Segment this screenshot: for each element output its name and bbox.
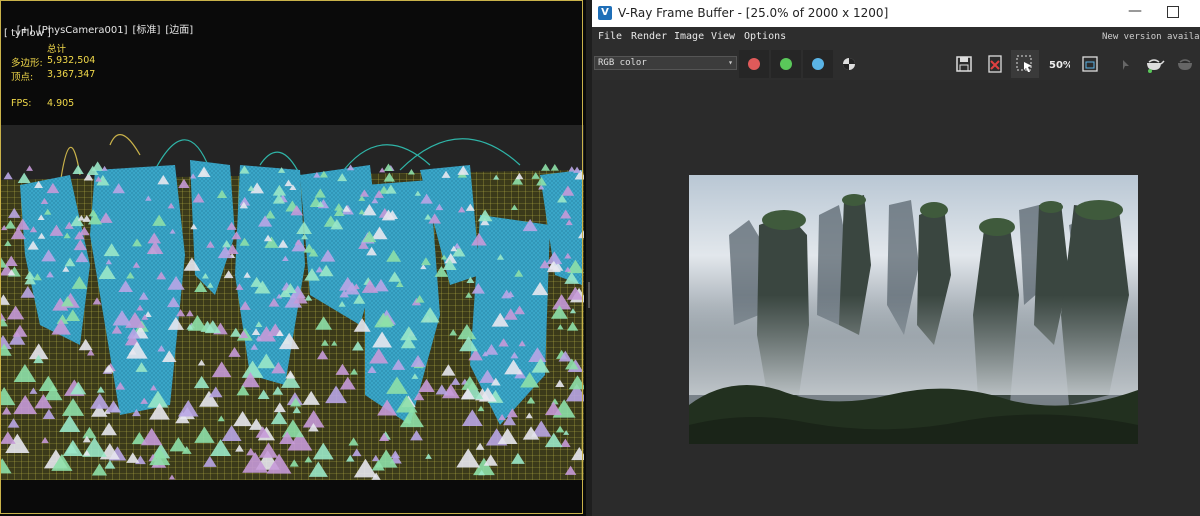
window-title: V-Ray Frame Buffer - [25.0% of 2000 x 12… [618,6,889,20]
alpha-channel-button[interactable] [835,50,863,78]
wireframe-scene[interactable] [0,125,584,480]
region-render-button[interactable] [1011,50,1039,78]
stats-polys-value: 5,932,504 [47,55,96,66]
max-viewport[interactable]: [+] [PhysCamera001] [标准] [边面] [ tyFlow ] 总计… [0,0,586,516]
display-lut-icon [1082,56,1098,72]
stats-fps-label: FPS: [11,98,32,109]
stats-total-label: 总计 [47,44,67,55]
viewport-modifier-label: [ tyFlow ] [4,28,51,39]
vray-logo-icon: V [598,6,612,20]
viewport-camera-menu[interactable]: [PhysCamera001] [38,25,128,36]
new-version-link[interactable]: New version availa [1102,32,1200,42]
green-channel-button[interactable] [771,50,801,78]
zoom-50-button[interactable]: 50% [1044,50,1072,78]
blue-dot-icon [812,58,824,70]
vray-frame-buffer-window[interactable]: V V-Ray Frame Buffer - [25.0% of 2000 x … [592,0,1200,516]
red-dot-icon [748,58,760,70]
viewport-edges-menu[interactable]: [边面] [165,25,193,36]
display-lut-button[interactable] [1076,50,1104,78]
menu-options[interactable]: Options [744,31,786,42]
maximize-button[interactable] [1167,6,1179,18]
save-icon [956,56,972,72]
track-mouse-button[interactable] [1109,50,1137,78]
render-canvas[interactable] [592,80,1200,516]
green-dot-icon [780,58,792,70]
viewport-shading-menu[interactable]: [标准] [133,25,161,36]
zoom-badge-text: 50% [1049,60,1070,71]
blue-channel-button[interactable] [803,50,833,78]
render-interactive-button[interactable] [1170,50,1198,78]
render-teapot-icon [1147,59,1165,73]
splitter-grip[interactable] [588,282,590,308]
rendered-landscape-image [689,175,1138,444]
menu-image[interactable]: Image [674,31,704,42]
vfb-toolbar: RGB color ▾ 50% [592,48,1200,80]
menu-view[interactable]: View [711,31,735,42]
minimize-button[interactable]: — [1125,2,1145,22]
chevron-down-icon: ▾ [728,58,733,67]
channel-select-value: RGB color [598,58,647,68]
window-title-bar[interactable]: V V-Ray Frame Buffer - [25.0% of 2000 x … [592,0,1200,27]
track-mouse-icon [1123,60,1129,70]
alpha-channel-icon [843,58,855,70]
clear-image-icon [988,55,1002,73]
stats-fps-value: 4.905 [47,98,75,109]
menu-file[interactable]: File [598,31,622,42]
region-select-icon [1016,55,1032,72]
zoom-50-icon: 50% [1049,60,1070,71]
stats-verts-value: 3,367,347 [47,69,96,80]
channel-select[interactable]: RGB color ▾ [594,56,737,70]
render-interactive-icon [1178,59,1192,70]
render-button[interactable] [1139,50,1167,78]
stats-verts-label: 顶点: [11,72,34,83]
menu-bar: File Render Image View Options New versi… [592,27,1200,47]
menu-render[interactable]: Render [631,31,667,42]
save-image-button[interactable] [950,50,978,78]
red-channel-button[interactable] [739,50,769,78]
clear-image-button[interactable] [981,50,1009,78]
stats-polys-label: 多边形: [11,58,43,69]
